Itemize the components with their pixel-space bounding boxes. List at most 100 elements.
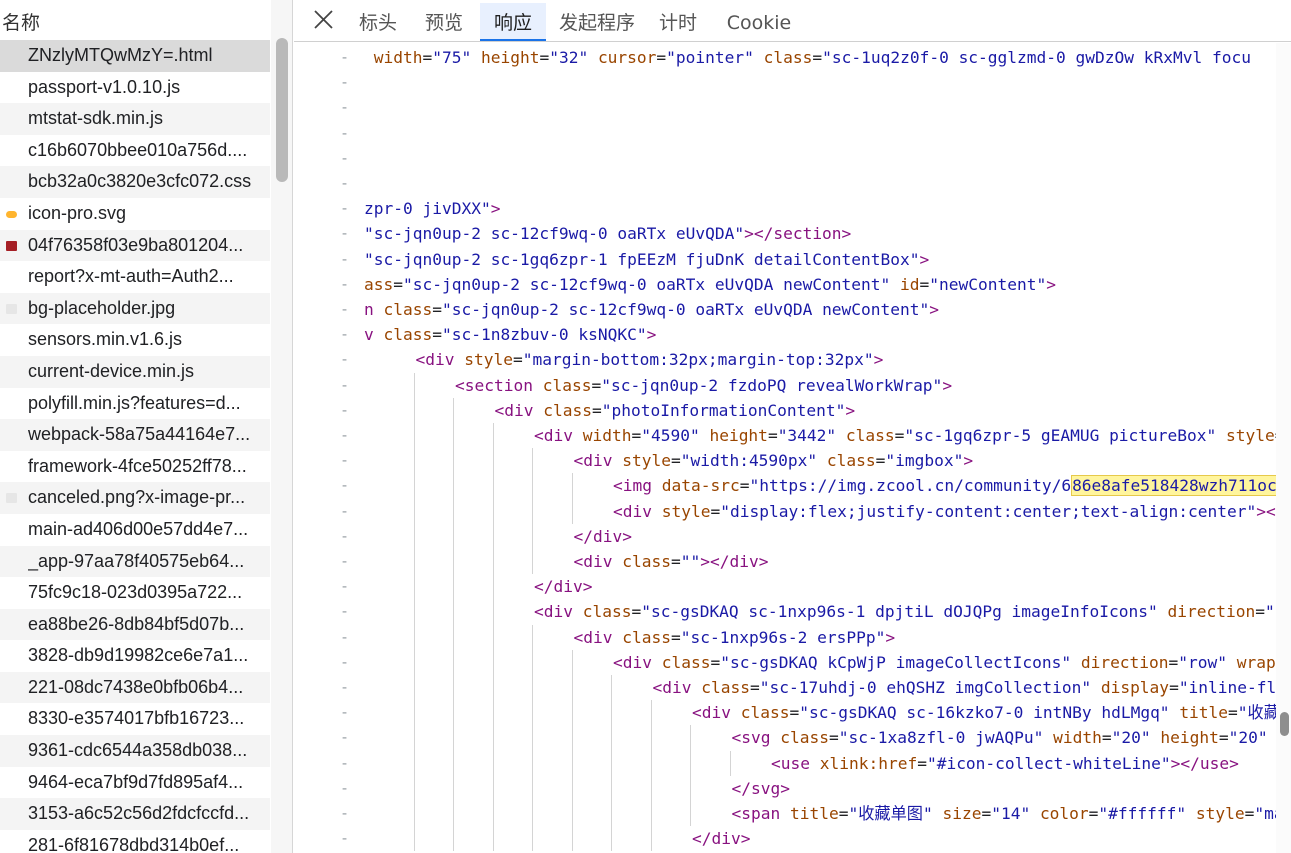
request-row[interactable]: main-ad406d00e57dd4e7... bbox=[0, 514, 270, 546]
indent-guide bbox=[413, 372, 415, 852]
line-gutter: - - - - - - - - - - - - - - - - - - - - - - - - - - - - - - - - bbox=[294, 43, 364, 853]
request-row[interactable]: ZNzlyMTQwMzY=.html bbox=[0, 40, 270, 72]
code-token: = bbox=[828, 728, 839, 748]
tab-headers[interactable]: 标头 bbox=[352, 3, 404, 41]
tab-cookie[interactable]: Cookie bbox=[722, 3, 796, 41]
image-placeholder-icon bbox=[6, 303, 17, 314]
code-line: </div> bbox=[534, 574, 592, 599]
request-row[interactable]: current-device.min.js bbox=[0, 355, 270, 388]
request-row[interactable]: 9464-eca7bf9d7fd895af4... bbox=[0, 767, 270, 799]
code-token: style bbox=[1226, 426, 1275, 445]
request-row[interactable]: report?x-mt-auth=Auth2... bbox=[0, 261, 270, 293]
request-row[interactable]: mtstat-sdk.min.js bbox=[0, 103, 270, 135]
line-marker: - bbox=[340, 300, 350, 318]
request-row[interactable]: canceled.png?x-image-pr... bbox=[0, 482, 270, 514]
request-row[interactable]: bcb32a0c3820e3cfc072.css bbox=[0, 166, 270, 198]
code-token: class bbox=[763, 48, 813, 67]
request-row[interactable]: 3153-a6c52c56d2fdcfccfd... bbox=[0, 798, 270, 830]
request-row[interactable]: c16b6070bbee010a756d.... bbox=[0, 135, 270, 167]
indent-guide bbox=[729, 750, 731, 776]
code-token: = bbox=[1088, 804, 1099, 823]
code-token: = bbox=[894, 426, 905, 445]
code-line: width="75" height="32" cursor="pointer" … bbox=[364, 45, 1251, 70]
code-token: <div bbox=[613, 652, 652, 672]
line-marker: - bbox=[340, 98, 350, 117]
source-scrollbar-thumb[interactable] bbox=[1280, 712, 1289, 736]
code-token: data-src bbox=[661, 476, 740, 496]
request-row[interactable]: _app-97aa78f40575eb64... bbox=[0, 545, 270, 578]
code-token: width bbox=[582, 426, 632, 445]
code-token: = bbox=[739, 476, 750, 496]
request-row[interactable]: bg-placeholder.jpg bbox=[0, 292, 270, 325]
code-token: > bbox=[1046, 274, 1056, 294]
code-token: = bbox=[432, 325, 442, 345]
code-token: "20" bbox=[1111, 728, 1151, 748]
request-row[interactable]: polyfill.min.js?features=d... bbox=[0, 388, 270, 420]
code-line: </div> bbox=[692, 826, 750, 851]
response-source-view[interactable]: -------------------------------- width="… bbox=[294, 43, 1276, 853]
indent-guide bbox=[453, 397, 454, 852]
code-token: style bbox=[661, 501, 711, 521]
request-row[interactable]: 04f76358f03e9ba801204... bbox=[0, 229, 270, 262]
line-marker: - bbox=[340, 48, 350, 66]
request-name: passport-v1.0.10.js bbox=[28, 76, 181, 97]
request-row[interactable]: webpack-58a75a44164e7... bbox=[0, 419, 270, 451]
code-token: "" bbox=[680, 552, 701, 571]
request-list-scrollbar-thumb[interactable] bbox=[276, 38, 288, 182]
request-name: framework-4fce50252ff78... bbox=[28, 455, 247, 476]
code-line: <div class="photoInformationContent"> bbox=[495, 398, 856, 423]
request-row[interactable]: sensors.min.v1.6.js bbox=[0, 324, 270, 356]
name-column-header[interactable]: 名称 bbox=[0, 0, 270, 38]
code-token: width bbox=[1053, 728, 1102, 748]
tab-timing[interactable]: 计时 bbox=[652, 3, 704, 41]
request-row[interactable]: 3828-db9d19982ce6e7a1... bbox=[0, 640, 270, 672]
request-name: _app-97aa78f40575eb64... bbox=[28, 550, 245, 571]
request-name: 221-08dc7438e0bfb06b4... bbox=[28, 676, 244, 697]
tab-preview[interactable]: 预览 bbox=[418, 3, 470, 41]
request-row[interactable]: 9361-cdc6544a358db038... bbox=[0, 735, 270, 767]
code-token: "sc-gsDKAQ sc-1nxp96s-1 dpjtiL dOJQPg im… bbox=[641, 602, 1158, 622]
code-token: "14" bbox=[991, 804, 1031, 823]
code-token: = bbox=[1228, 703, 1238, 723]
code-token: height bbox=[480, 48, 540, 67]
request-name: 281-6f81678dbd314b0ef... bbox=[28, 834, 240, 853]
request-row[interactable]: 75fc9c18-023d0395a722... bbox=[0, 577, 270, 609]
code-token: = bbox=[838, 804, 849, 823]
request-name: webpack-58a75a44164e7... bbox=[28, 424, 251, 445]
indent-guide bbox=[532, 624, 533, 852]
code-token: direction bbox=[1080, 652, 1169, 672]
code-token: = bbox=[919, 274, 930, 294]
code-token: = bbox=[789, 703, 800, 723]
request-row[interactable]: framework-4fce50252ff78... bbox=[0, 451, 270, 483]
close-icon[interactable] bbox=[312, 8, 336, 32]
code-token: = bbox=[670, 552, 681, 571]
request-row[interactable]: passport-v1.0.10.js bbox=[0, 72, 270, 104]
code-token: id bbox=[900, 274, 920, 294]
request-row[interactable]: icon-pro.svg bbox=[0, 198, 270, 230]
tab-initiator[interactable]: 发起程序 bbox=[556, 3, 638, 41]
tab-response[interactable]: 响应 bbox=[480, 3, 546, 41]
request-name: 9464-eca7bf9d7fd895af4... bbox=[28, 771, 244, 792]
request-name: canceled.png?x-image-pr... bbox=[28, 487, 246, 508]
request-name: 3153-a6c52c56d2fdcfccfd... bbox=[28, 803, 250, 824]
request-row[interactable]: 221-08dc7438e0bfb06b4... bbox=[0, 671, 270, 704]
line-marker: - bbox=[340, 627, 350, 646]
code-line: <div width="4590" height="3442" class="s… bbox=[534, 423, 1276, 448]
code-token: "sc-gsDKAQ kCpWjP imageCollectIcons" bbox=[720, 652, 1072, 672]
request-row[interactable]: 281-6f81678dbd314b0ef... bbox=[0, 830, 270, 853]
request-row[interactable]: ea88be26-8db84bf5d07b... bbox=[0, 608, 270, 641]
request-row[interactable]: 8330-e3574017bfb16723... bbox=[0, 703, 270, 735]
code-token: = bbox=[591, 400, 602, 420]
line-marker: - bbox=[340, 274, 350, 293]
code-token: "收藏单图" bbox=[848, 804, 933, 823]
code-token: <div bbox=[573, 552, 613, 571]
code-token: = bbox=[1101, 728, 1112, 748]
